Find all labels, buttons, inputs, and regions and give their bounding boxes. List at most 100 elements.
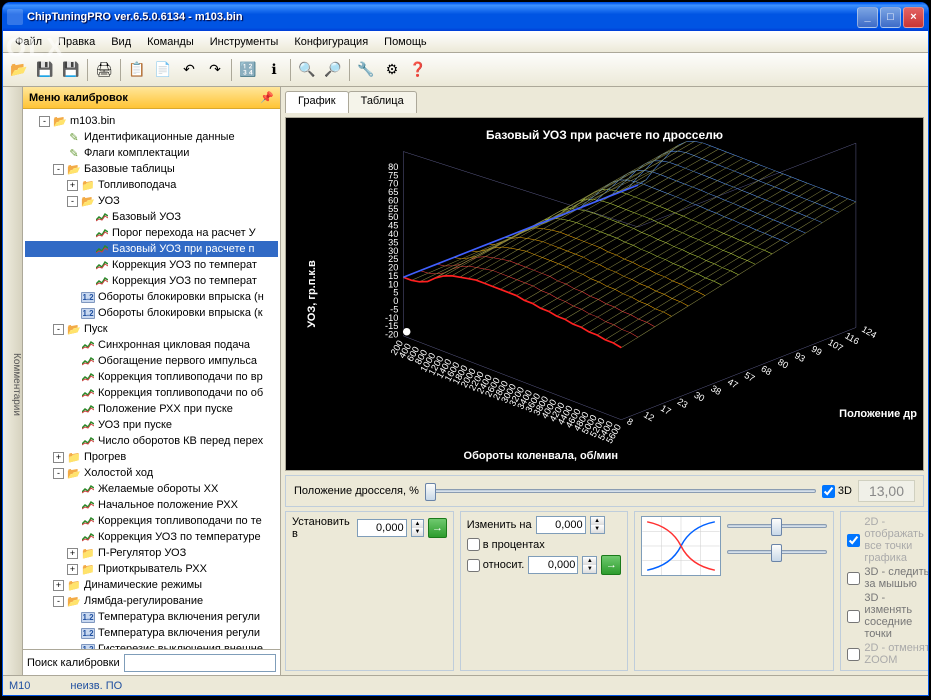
- tree-item[interactable]: -📂Холостой ход: [25, 465, 278, 481]
- opt-3d-neighbors[interactable]: 3D - изменять соседние точки: [847, 592, 928, 640]
- tree-item[interactable]: +📁Прогрев: [25, 449, 278, 465]
- tree-item[interactable]: Базовый УОЗ: [25, 209, 278, 225]
- tool1-button[interactable]: 🔧: [354, 58, 378, 82]
- print-button[interactable]: 🖨: [92, 58, 116, 82]
- chart-icon: [81, 386, 95, 400]
- info-button[interactable]: ℹ: [262, 58, 286, 82]
- tree-item[interactable]: ✎Идентификационные данные: [25, 129, 278, 145]
- tree-expander[interactable]: -: [39, 116, 50, 127]
- tree-item[interactable]: Начальное положение РХХ: [25, 497, 278, 513]
- tree-item[interactable]: Коррекция УОЗ по температуре: [25, 529, 278, 545]
- tree-item[interactable]: ✎Флаги комплектации: [25, 145, 278, 161]
- side-tab-comments[interactable]: Комментарии: [3, 87, 23, 675]
- change-spinner[interactable]: ▲▼: [590, 516, 605, 534]
- set-go-button[interactable]: →: [428, 518, 446, 538]
- tree-item[interactable]: Базовый УОЗ при расчете п: [25, 241, 278, 257]
- menu-view[interactable]: Вид: [103, 34, 139, 50]
- tree-expander: [67, 372, 78, 383]
- tree-item[interactable]: 1.2Обороты блокировки впрыска (н: [25, 289, 278, 305]
- tree-item[interactable]: 1.2Температура включения регули: [25, 625, 278, 641]
- tree-item[interactable]: -📂Лямбда-регулирование: [25, 593, 278, 609]
- tree-expander[interactable]: +: [53, 580, 64, 591]
- tree-item[interactable]: 1.2Температура включения регули: [25, 609, 278, 625]
- tree-item[interactable]: Число оборотов КВ перед перех: [25, 433, 278, 449]
- menu-file[interactable]: Файл: [7, 34, 50, 50]
- tree-item[interactable]: 1.2Гистерезис выключения внешне: [25, 641, 278, 649]
- menu-config[interactable]: Конфигурация: [286, 34, 376, 50]
- curve-slider-2[interactable]: [727, 542, 827, 560]
- tree-item[interactable]: УОЗ при пуске: [25, 417, 278, 433]
- tree-expander[interactable]: -: [53, 596, 64, 607]
- tree-item[interactable]: -📂m103.bin: [25, 113, 278, 129]
- change-go-button[interactable]: →: [601, 555, 621, 575]
- chart-3d[interactable]: Базовый УОЗ при расчете по дросселю УОЗ,…: [285, 117, 924, 471]
- tree-expander[interactable]: -: [67, 196, 78, 207]
- menu-help[interactable]: Помощь: [376, 34, 435, 50]
- tree-item[interactable]: Коррекция топливоподачи по вр: [25, 369, 278, 385]
- help-button[interactable]: ❓: [406, 58, 430, 82]
- copy-button[interactable]: 📋: [125, 58, 149, 82]
- menu-tools[interactable]: Инструменты: [202, 34, 287, 50]
- relative-input[interactable]: [528, 556, 578, 574]
- redo-button[interactable]: ↷: [203, 58, 227, 82]
- checkbox-3d-input[interactable]: [822, 485, 835, 498]
- undo-button[interactable]: ↶: [177, 58, 201, 82]
- zoom-button[interactable]: 🔍: [295, 58, 319, 82]
- throttle-slider[interactable]: [425, 481, 816, 501]
- search-button[interactable]: 🔎: [321, 58, 345, 82]
- save-button[interactable]: 💾: [33, 58, 57, 82]
- tree-expander[interactable]: +: [67, 564, 78, 575]
- opt-2d-allpoints[interactable]: 2D - отображать все точки графика: [847, 516, 928, 564]
- opt-2d-zoom[interactable]: 2D - отменять ZOOM: [847, 642, 928, 666]
- tree-item[interactable]: Порог перехода на расчет У: [25, 225, 278, 241]
- tree-item[interactable]: -📂Базовые таблицы: [25, 161, 278, 177]
- tree-item[interactable]: Коррекция топливоподачи по те: [25, 513, 278, 529]
- tree-item[interactable]: Обогащение первого импульса: [25, 353, 278, 369]
- search-input[interactable]: [124, 654, 276, 672]
- tree-expander[interactable]: -: [53, 468, 64, 479]
- paste-button[interactable]: 📄: [151, 58, 175, 82]
- checkbox-percent[interactable]: в процентах: [467, 538, 545, 551]
- set-spinner[interactable]: ▲▼: [411, 519, 425, 537]
- minimize-button[interactable]: _: [857, 7, 878, 28]
- tree-item[interactable]: -📂Пуск: [25, 321, 278, 337]
- tree-expander[interactable]: +: [67, 180, 78, 191]
- curve-slider-1[interactable]: [727, 516, 827, 534]
- pin-icon[interactable]: 📌: [260, 91, 274, 104]
- tab-table[interactable]: Таблица: [348, 91, 417, 113]
- tree-item[interactable]: Коррекция УОЗ по температ: [25, 273, 278, 289]
- tree-expander[interactable]: +: [53, 452, 64, 463]
- chart-xlabel: Обороты коленвала, об/мин: [464, 450, 619, 462]
- tree-item[interactable]: +📁Динамические режимы: [25, 577, 278, 593]
- checkbox-3d[interactable]: 3D: [822, 485, 852, 498]
- calc-button[interactable]: 🔢: [236, 58, 260, 82]
- menu-commands[interactable]: Команды: [139, 34, 202, 50]
- tab-chart[interactable]: График: [285, 91, 349, 113]
- tree-item[interactable]: Желаемые обороты ХХ: [25, 481, 278, 497]
- tree-item[interactable]: Синхронная цикловая подача: [25, 337, 278, 353]
- tree-expander[interactable]: +: [67, 548, 78, 559]
- tree-item[interactable]: Положение РХХ при пуске: [25, 401, 278, 417]
- tree-label: Порог перехода на расчет У: [112, 227, 256, 239]
- calibration-tree[interactable]: -📂m103.bin✎Идентификационные данные✎Флаг…: [23, 109, 280, 649]
- change-input[interactable]: [536, 516, 586, 534]
- checkbox-relative[interactable]: относит.: [467, 559, 525, 572]
- close-button[interactable]: ×: [903, 7, 924, 28]
- opt-3d-follow[interactable]: 3D - следить за мышью: [847, 566, 928, 590]
- tree-item[interactable]: Коррекция топливоподачи по об: [25, 385, 278, 401]
- tree-item[interactable]: +📁П-Регулятор УОЗ: [25, 545, 278, 561]
- set-input[interactable]: [357, 519, 407, 537]
- menu-edit[interactable]: Правка: [50, 34, 103, 50]
- tree-expander[interactable]: -: [53, 324, 64, 335]
- tree-item[interactable]: 1.2Обороты блокировки впрыска (к: [25, 305, 278, 321]
- tool2-button[interactable]: ⚙: [380, 58, 404, 82]
- tree-item[interactable]: +📁Топливоподача: [25, 177, 278, 193]
- relative-spinner[interactable]: ▲▼: [582, 556, 597, 574]
- tree-expander[interactable]: -: [53, 164, 64, 175]
- open-button[interactable]: 📂: [7, 58, 31, 82]
- maximize-button[interactable]: □: [880, 7, 901, 28]
- tree-item[interactable]: +📁Приоткрыватель РХХ: [25, 561, 278, 577]
- tree-item[interactable]: -📂УОЗ: [25, 193, 278, 209]
- saveas-button[interactable]: 💾: [59, 58, 83, 82]
- tree-item[interactable]: Коррекция УОЗ по температ: [25, 257, 278, 273]
